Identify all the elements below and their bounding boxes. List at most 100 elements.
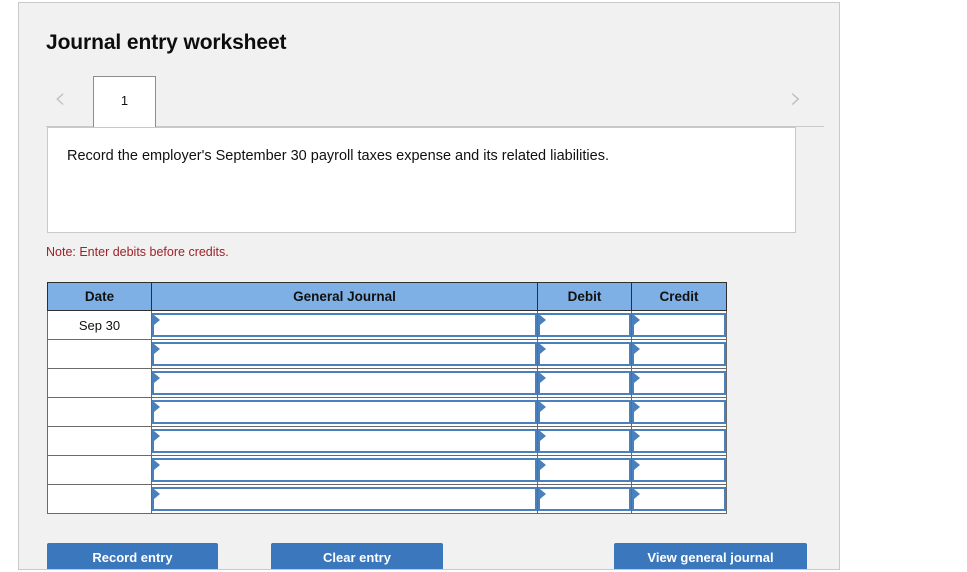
view-general-journal-button[interactable]: View general journal <box>614 543 807 569</box>
dropdown-triangle-icon[interactable] <box>154 315 160 325</box>
cell-debit <box>537 397 632 427</box>
cell-debit <box>537 310 632 340</box>
clear-entry-button[interactable]: Clear entry <box>271 543 443 569</box>
credit-input[interactable] <box>642 315 723 335</box>
table-body: Sep 30 <box>47 310 727 514</box>
dropdown-triangle-icon[interactable] <box>540 460 546 470</box>
dropdown-triangle-icon[interactable] <box>634 431 640 441</box>
general-journal-input[interactable] <box>162 402 534 422</box>
general-journal-input-wrapper <box>152 458 537 482</box>
dropdown-triangle-icon[interactable] <box>154 373 160 383</box>
cell-date <box>47 397 152 427</box>
debit-input[interactable] <box>548 344 628 364</box>
record-entry-button[interactable]: Record entry <box>47 543 218 569</box>
debit-input[interactable] <box>548 460 628 480</box>
general-journal-input-wrapper <box>152 487 537 511</box>
general-journal-input[interactable] <box>162 315 534 335</box>
credit-input[interactable] <box>642 460 723 480</box>
dropdown-triangle-icon[interactable] <box>154 460 160 470</box>
cell-debit <box>537 368 632 398</box>
credit-input[interactable] <box>642 344 723 364</box>
cell-credit <box>631 426 727 456</box>
credit-input-wrapper <box>632 429 726 453</box>
dropdown-triangle-icon[interactable] <box>540 402 546 412</box>
dropdown-triangle-icon[interactable] <box>154 402 160 412</box>
note-text: Note: Enter debits before credits. <box>46 245 229 259</box>
table-row: Sep 30 <box>47 310 727 340</box>
worksheet-panel: Journal entry worksheet ‹ 1 › Record the… <box>18 2 840 570</box>
table-row <box>47 426 727 456</box>
cell-general-journal <box>151 426 538 456</box>
chevron-left-icon[interactable]: ‹ <box>43 79 77 119</box>
cell-date <box>47 455 152 485</box>
general-journal-input[interactable] <box>162 431 534 451</box>
dropdown-triangle-icon[interactable] <box>634 460 640 470</box>
dropdown-triangle-icon[interactable] <box>540 373 546 383</box>
cell-date <box>47 426 152 456</box>
column-header-date: Date <box>47 282 152 311</box>
debit-input-wrapper <box>538 458 631 482</box>
cell-credit <box>631 339 727 369</box>
debit-input[interactable] <box>548 431 628 451</box>
cell-credit <box>631 484 727 514</box>
table-row <box>47 455 727 485</box>
cell-date: Sep 30 <box>47 310 152 340</box>
debit-input-wrapper <box>538 313 631 337</box>
debit-input[interactable] <box>548 402 628 422</box>
general-journal-input[interactable] <box>162 344 534 364</box>
credit-input[interactable] <box>642 402 723 422</box>
credit-input-wrapper <box>632 371 726 395</box>
column-header-debit: Debit <box>537 282 632 311</box>
credit-input[interactable] <box>642 489 723 509</box>
debit-input-wrapper <box>538 342 631 366</box>
dropdown-triangle-icon[interactable] <box>634 344 640 354</box>
dropdown-triangle-icon[interactable] <box>154 344 160 354</box>
dropdown-triangle-icon[interactable] <box>634 402 640 412</box>
journal-entry-table: Date General Journal Debit Credit Sep 30 <box>47 282 727 514</box>
cell-credit <box>631 310 727 340</box>
debit-input[interactable] <box>548 315 628 335</box>
general-journal-input-wrapper <box>152 342 537 366</box>
general-journal-input-wrapper <box>152 371 537 395</box>
debit-input[interactable] <box>548 373 628 393</box>
dropdown-triangle-icon[interactable] <box>154 489 160 499</box>
dropdown-triangle-icon[interactable] <box>540 431 546 441</box>
table-header-row: Date General Journal Debit Credit <box>47 282 727 311</box>
cell-general-journal <box>151 455 538 485</box>
cell-general-journal <box>151 339 538 369</box>
dropdown-triangle-icon[interactable] <box>154 431 160 441</box>
tab-strip: ‹ 1 › <box>19 74 839 128</box>
general-journal-input[interactable] <box>162 460 534 480</box>
cell-credit <box>631 455 727 485</box>
dropdown-triangle-icon[interactable] <box>634 373 640 383</box>
chevron-right-icon[interactable]: › <box>779 79 813 119</box>
credit-input-wrapper <box>632 400 726 424</box>
tab-page-1[interactable]: 1 <box>93 76 156 128</box>
dropdown-triangle-icon[interactable] <box>540 489 546 499</box>
credit-input-wrapper <box>632 342 726 366</box>
debit-input-wrapper <box>538 400 631 424</box>
debit-input[interactable] <box>548 489 628 509</box>
cell-date <box>47 339 152 369</box>
credit-input-wrapper <box>632 487 726 511</box>
general-journal-input[interactable] <box>162 373 534 393</box>
dropdown-triangle-icon[interactable] <box>634 489 640 499</box>
page-title: Journal entry worksheet <box>46 31 287 54</box>
cell-general-journal <box>151 310 538 340</box>
credit-input-wrapper <box>632 458 726 482</box>
cell-debit <box>537 455 632 485</box>
cell-general-journal <box>151 484 538 514</box>
dropdown-triangle-icon[interactable] <box>540 315 546 325</box>
credit-input[interactable] <box>642 373 723 393</box>
general-journal-input[interactable] <box>162 489 534 509</box>
cell-general-journal <box>151 397 538 427</box>
dropdown-triangle-icon[interactable] <box>634 315 640 325</box>
dropdown-triangle-icon[interactable] <box>540 344 546 354</box>
general-journal-input-wrapper <box>152 400 537 424</box>
cell-debit <box>537 426 632 456</box>
credit-input[interactable] <box>642 431 723 451</box>
general-journal-input-wrapper <box>152 313 537 337</box>
table-row <box>47 339 727 369</box>
cell-debit <box>537 484 632 514</box>
cell-debit <box>537 339 632 369</box>
